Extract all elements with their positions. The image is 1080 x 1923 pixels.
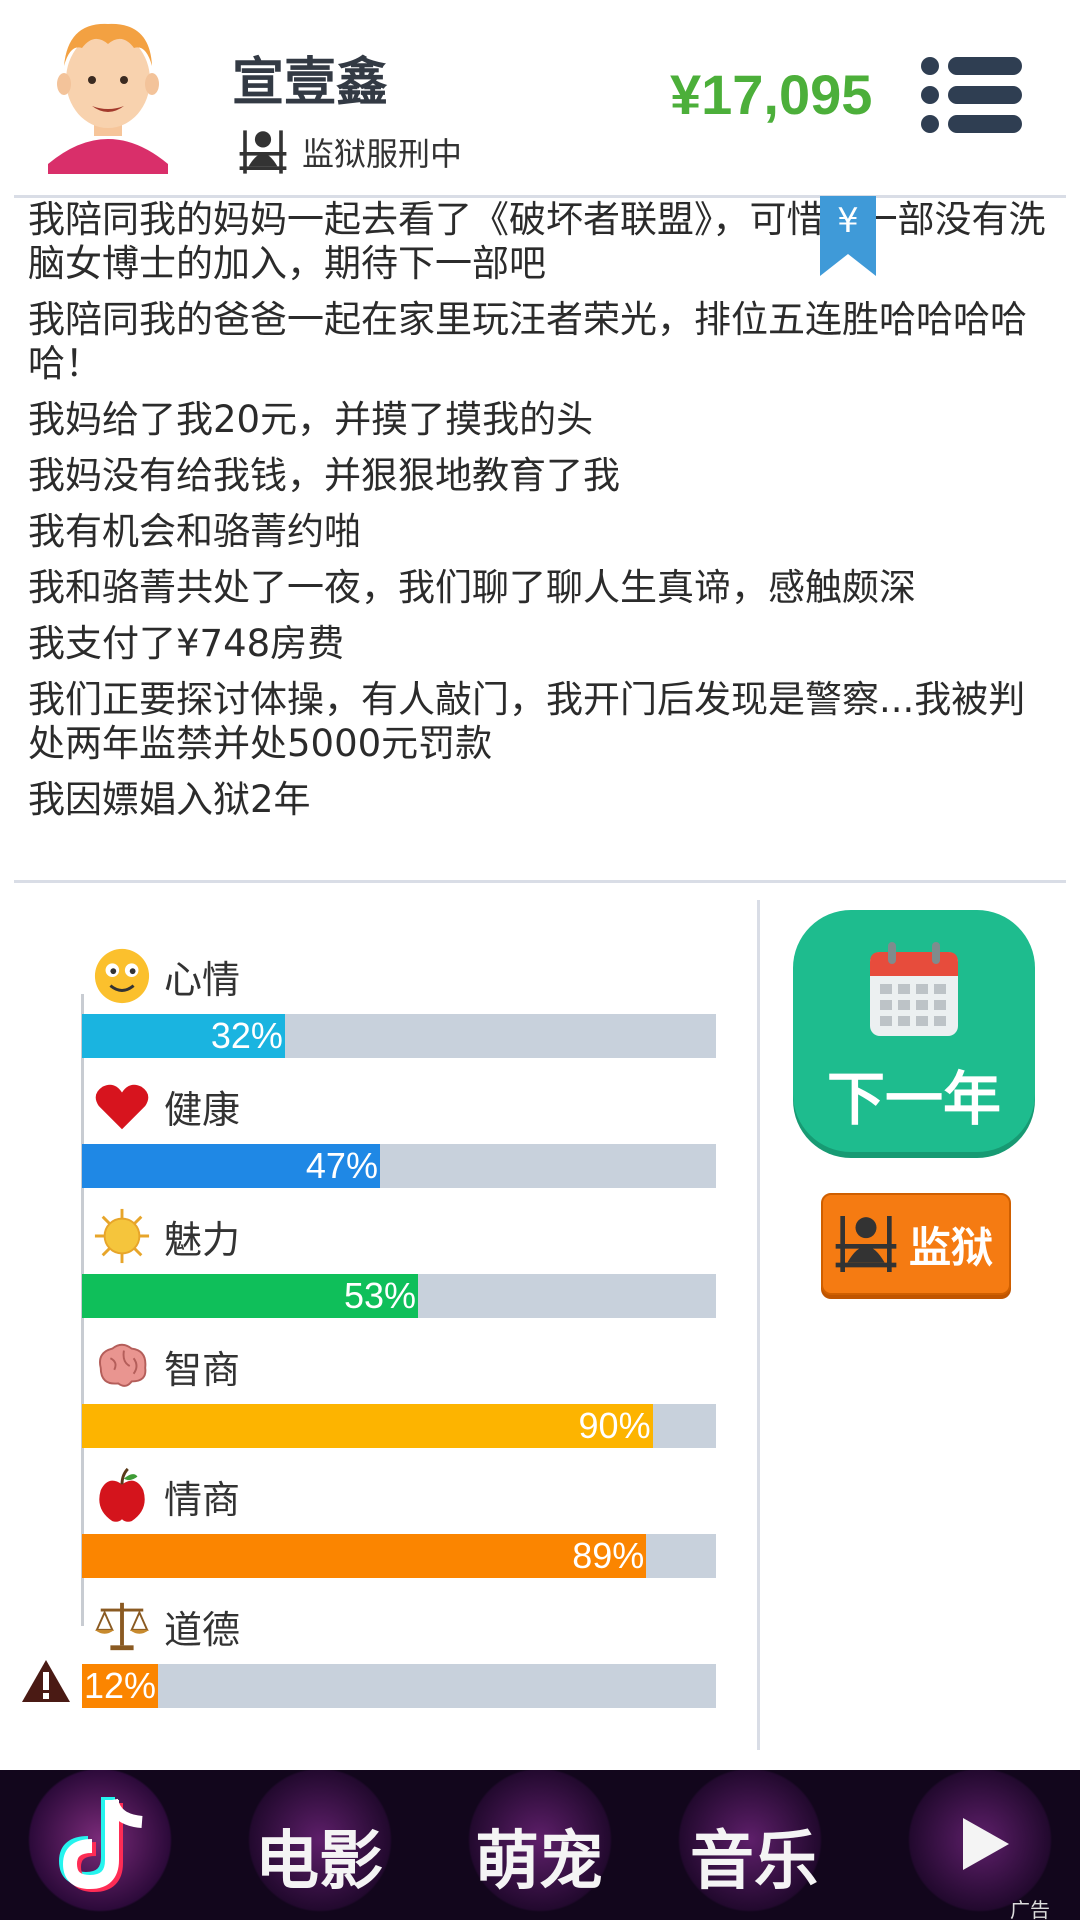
scales-icon [92,1596,152,1656]
stat-head: 道德 [92,1596,240,1656]
stat-percent: 12% [84,1665,157,1706]
stats-panel: 心情 32% 健康 47% 魅力 53% 智商 90% 情商 89% 道德 12… [0,900,760,1740]
stat-label: 情商 [164,1477,241,1522]
stat-bar-track: 53% [82,1274,716,1318]
prison-label: 监狱 [909,1222,994,1272]
section-divider [14,880,1066,883]
stat-head: 智商 [92,1336,240,1396]
prison-icon [239,130,287,174]
brain-icon [92,1336,152,1396]
stat-bar-track: 32% [82,1014,716,1058]
bookmark-money-icon[interactable]: ¥ [820,196,876,276]
bookmark-symbol: ¥ [837,201,859,241]
stat-bar-track: 12% [82,1664,716,1708]
log-item: 我有机会和骆菁约啪 [28,510,361,553]
stat-label: 魅力 [164,1217,241,1262]
smiley-icon [92,946,152,1006]
next-year-label: 下一年 [826,1065,1001,1133]
ad-tag: 广告 [1010,1898,1050,1922]
player-name: 宣壹鑫 [232,53,389,113]
ad-item-movie[interactable]: 电影 [255,1810,383,1902]
calendar-icon [870,942,958,1036]
status-row: 监狱服刑中 [236,124,462,180]
stat-bar-fill: 90% [82,1404,653,1448]
avatar [48,23,168,174]
log-item: 我陪同我的妈妈一起去看了《破坏者联盟》，可惜这一部没有洗脑女博士的加入，期待下一… [28,198,1046,285]
stat-head: 心情 [92,946,240,1006]
play-icon[interactable] [955,1814,1015,1874]
apple-icon [92,1466,152,1526]
next-year-button[interactable]: 下一年 [793,910,1035,1152]
stat-label: 健康 [164,1087,241,1132]
money-balance: ¥17,095 [670,63,873,126]
prison-button[interactable]: 监狱 [821,1193,1011,1295]
stat-bar-fill: 12% [82,1664,159,1708]
stat-bar-fill: 47% [82,1144,380,1188]
stat-head: 情商 [92,1466,240,1526]
stat-bar-fill: 32% [82,1014,285,1058]
stat-percent: 89% [572,1535,645,1576]
stat-percent: 32% [210,1015,283,1056]
stat-label: 道德 [164,1607,241,1652]
log-item: 我因嫖娼入狱2年 [28,778,311,821]
stat-head: 健康 [92,1076,240,1136]
tiktok-icon[interactable] [50,1790,160,1900]
ad-banner[interactable]: 电影 萌宠 音乐 [0,1770,1080,1920]
status-text: 监狱服刑中 [302,135,463,173]
stat-bar-fill: 89% [82,1534,647,1578]
panel-separator [757,900,760,1750]
log-item: 我妈没有给我钱，并狠狠地教育了我 [28,454,620,497]
menu-icon[interactable] [920,56,1024,134]
ad-item-music[interactable]: 音乐 [690,1810,818,1902]
log-item: 我和骆菁共处了一夜，我们聊了聊人生真谛，感触颇深 [28,566,916,609]
stat-percent: 47% [305,1145,378,1186]
ad-item-pets[interactable]: 萌宠 [475,1810,603,1902]
prison-icon [835,1216,897,1272]
stat-label: 心情 [164,957,241,1002]
sun-icon [92,1206,152,1266]
log-item: 我们正要探讨体操，有人敲门，我开门后发现是警察...我被判处两年监禁并处5000… [28,678,1026,765]
stat-percent: 90% [578,1405,651,1446]
stat-head: 魅力 [92,1206,240,1266]
log-item: 我妈给了我20元，并摸了摸我的头 [28,398,594,441]
event-log: 我陪同我的妈妈一起去看了《破坏者联盟》，可惜这一部没有洗脑女博士的加入，期待下一… [28,198,1048,834]
warning-icon [22,1660,70,1702]
stat-label: 智商 [164,1347,241,1392]
log-item: 我陪同我的爸爸一起在家里玩汪者荣光，排位五连胜哈哈哈哈哈！ [28,298,1027,385]
stat-bar-track: 47% [82,1144,716,1188]
stat-bar-track: 90% [82,1404,716,1448]
stat-bar-track: 89% [82,1534,716,1578]
stat-bar-fill: 53% [82,1274,419,1318]
header: 宣壹鑫 监狱服刑中 ¥17,095 [0,0,1080,196]
log-item: 我支付了¥748房费 [28,622,345,665]
heart-icon [92,1076,152,1136]
stat-percent: 53% [343,1275,417,1316]
